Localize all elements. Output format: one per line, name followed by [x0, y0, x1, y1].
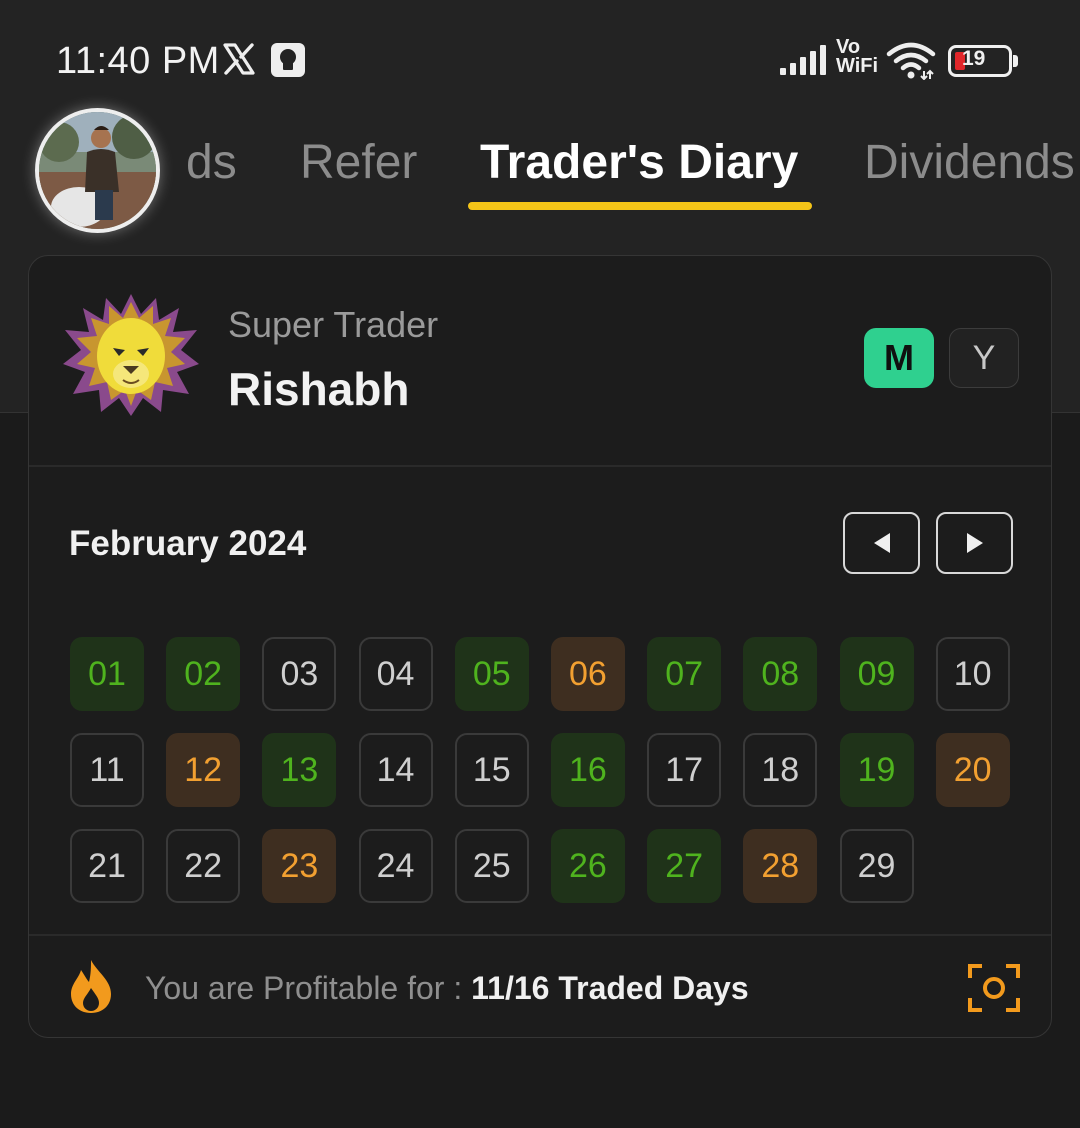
wifi-icon: [886, 42, 936, 80]
previous-month-button[interactable]: [843, 512, 920, 574]
profitability-summary: You are Profitable for : 11/16 Traded Da…: [145, 970, 749, 1007]
calendar-day[interactable]: 11: [70, 733, 144, 807]
screen: 11:40 PM Vo WiFi 19 ds Refer Trader's Di…: [0, 0, 1080, 1128]
calendar-day[interactable]: 09: [839, 637, 914, 711]
calendar-day[interactable]: 27: [647, 829, 722, 903]
trader-diary-card: Super Trader Rishabh M Y February 2024 0…: [28, 255, 1052, 1038]
fire-icon: [71, 960, 111, 1013]
calendar-day[interactable]: 23: [262, 829, 337, 903]
calendar-day[interactable]: 15: [454, 733, 529, 807]
calendar-day[interactable]: 10: [935, 637, 1010, 711]
scan-share-icon[interactable]: [967, 962, 1021, 1014]
calendar-month-title: February 2024: [69, 524, 307, 563]
calendar-day-grid: 01 02 03 04 05 06 07 08 09 10 11 12 13 14 15 16 17 18 19 20…: [70, 637, 1014, 903]
status-bar: 11:40 PM Vo WiFi 19: [0, 0, 1080, 120]
tab-refer[interactable]: Refer: [300, 135, 417, 190]
status-time: 11:40 PM: [56, 40, 220, 82]
active-tab-indicator: [468, 202, 812, 210]
calendar-day[interactable]: 04: [358, 637, 433, 711]
calendar-day[interactable]: 08: [743, 637, 818, 711]
calendar-day[interactable]: 02: [166, 637, 241, 711]
summary-prefix: You are Profitable for :: [145, 970, 472, 1006]
calendar-day[interactable]: 01: [70, 637, 144, 711]
calendar-day[interactable]: 26: [550, 829, 625, 903]
vowifi-label: Vo WiFi: [836, 37, 880, 77]
bulb-icon: [271, 43, 305, 77]
calendar-day[interactable]: 14: [358, 733, 433, 807]
trader-name: Rishabh: [228, 363, 410, 415]
calendar-day[interactable]: 22: [166, 829, 241, 903]
section-divider: [29, 465, 1051, 467]
calendar-day[interactable]: 20: [935, 733, 1010, 807]
calendar-day[interactable]: 28: [743, 829, 818, 903]
calendar-day[interactable]: 16: [550, 733, 625, 807]
vowifi-bottom: WiFi: [836, 55, 879, 77]
battery-level: 19: [962, 47, 986, 70]
calendar-day[interactable]: 06: [550, 637, 625, 711]
trader-rank: Super Trader: [228, 304, 439, 345]
calendar-day[interactable]: 05: [454, 637, 529, 711]
calendar-day[interactable]: 25: [454, 829, 529, 903]
calendar-day[interactable]: 29: [839, 829, 914, 903]
battery-icon: 19: [948, 45, 1018, 77]
footer-divider: [29, 934, 1051, 936]
calendar-day[interactable]: 07: [647, 637, 722, 711]
lion-badge-icon: [63, 294, 199, 416]
calendar-day[interactable]: 19: [839, 733, 914, 807]
signal-icon: [780, 45, 826, 75]
battery-tip: [1013, 55, 1018, 67]
profile-avatar[interactable]: [35, 108, 160, 233]
tab-traders-diary[interactable]: Trader's Diary: [480, 135, 798, 190]
triangle-right-icon: [966, 533, 983, 553]
triangle-left-icon: [873, 533, 890, 553]
summary-value: 11/16 Traded Days: [471, 970, 749, 1006]
x-icon: [223, 43, 255, 75]
calendar-day[interactable]: 17: [647, 733, 722, 807]
calendar-day[interactable]: 18: [743, 733, 818, 807]
year-view-toggle[interactable]: Y: [949, 328, 1019, 388]
avatar-photo: [39, 112, 156, 229]
calendar-day[interactable]: 03: [262, 637, 337, 711]
tab-dividends[interactable]: Dividends: [864, 135, 1075, 190]
month-view-toggle[interactable]: M: [864, 328, 934, 388]
calendar-day[interactable]: 12: [166, 733, 241, 807]
calendar-day[interactable]: 13: [262, 733, 337, 807]
calendar-day[interactable]: 21: [70, 829, 144, 903]
next-month-button[interactable]: [936, 512, 1013, 574]
tab-rewards[interactable]: ds: [186, 135, 237, 190]
calendar-day[interactable]: 24: [358, 829, 433, 903]
